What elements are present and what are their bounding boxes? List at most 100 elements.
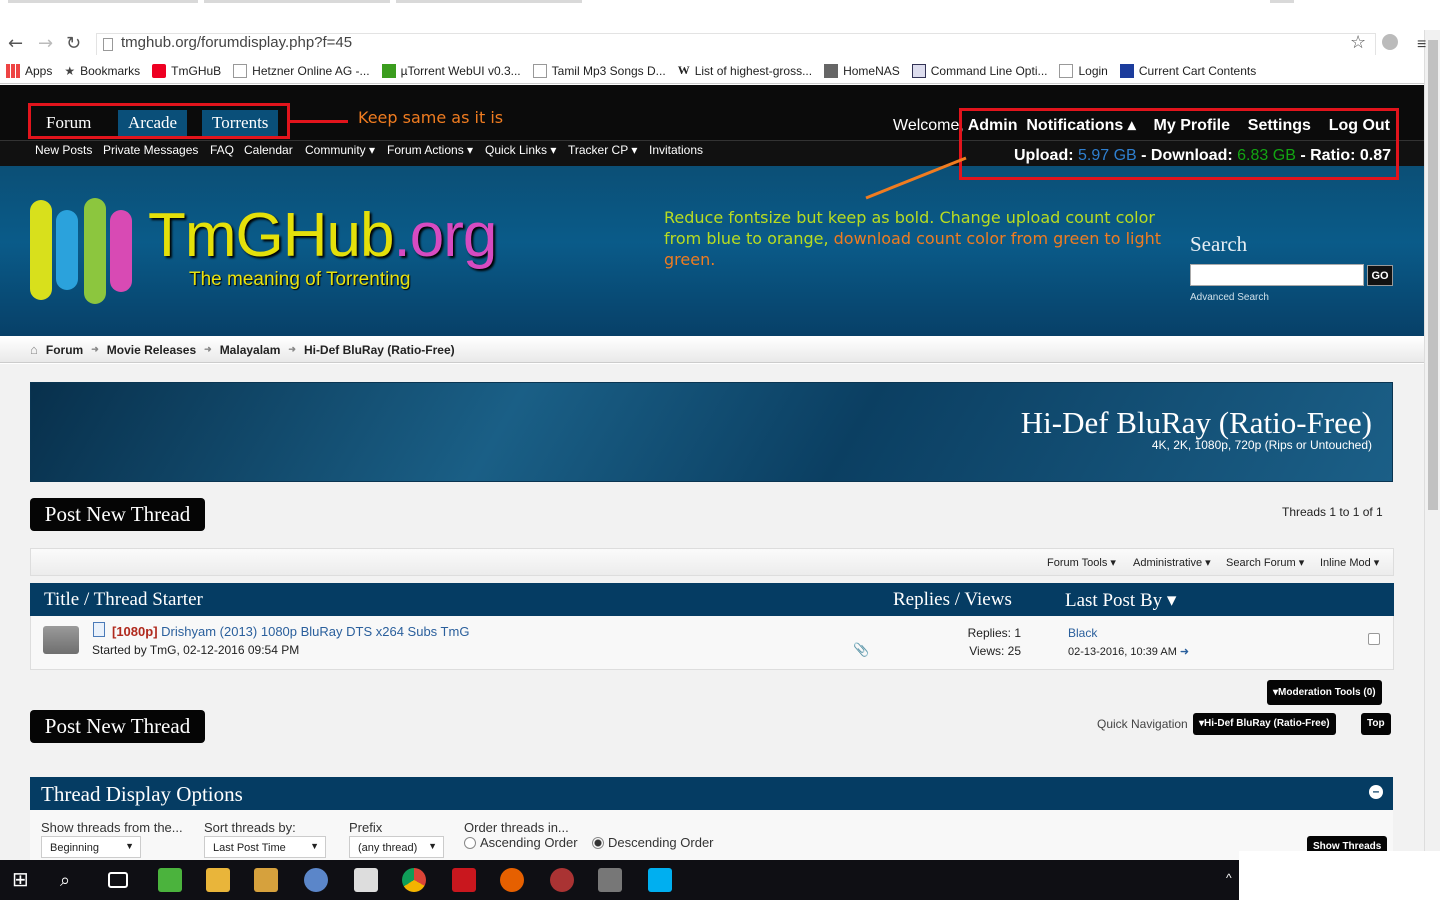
subnav-faq[interactable]: FAQ bbox=[210, 143, 234, 157]
go-to-post-icon[interactable]: ➜ bbox=[1180, 646, 1189, 658]
administrative-menu[interactable]: Administrative ▾ bbox=[1133, 556, 1211, 569]
browser-tab[interactable] bbox=[1270, 0, 1294, 3]
subnav-invitations[interactable]: Invitations bbox=[649, 143, 703, 157]
bookmark-label: Command Line Opti... bbox=[930, 63, 1048, 78]
ascending-radio[interactable]: Ascending Order bbox=[464, 835, 578, 850]
bookmark-label: Tamil Mp3 Songs D... bbox=[551, 63, 666, 78]
browser-tab[interactable] bbox=[8, 0, 198, 3]
back-icon[interactable]: ← bbox=[8, 33, 23, 54]
breadcrumb-forum[interactable]: Forum bbox=[46, 343, 83, 357]
calculator-icon[interactable] bbox=[354, 868, 378, 892]
firefox-icon[interactable] bbox=[500, 868, 524, 892]
subnav-private-messages[interactable]: Private Messages bbox=[103, 143, 198, 157]
thread-title-link[interactable]: [1080p] Drishyam (2013) 1080p BluRay DTS… bbox=[112, 624, 469, 639]
search-icon[interactable]: ⌕ bbox=[60, 868, 84, 892]
search-label: Search bbox=[1190, 232, 1248, 256]
breadcrumb-movie-releases[interactable]: Movie Releases bbox=[107, 343, 196, 357]
bookmark-utorrent[interactable]: µTorrent WebUI v0.3... bbox=[381, 63, 521, 78]
browser-tab[interactable] bbox=[396, 0, 582, 3]
logo-org: .org bbox=[393, 201, 497, 270]
quick-navigation-select[interactable]: ▾Hi-Def BluRay (Ratio-Free) bbox=[1193, 713, 1336, 735]
bookmark-wikipedia[interactable]: W List of highest-gross... bbox=[678, 63, 812, 78]
extension-icon[interactable] bbox=[1382, 34, 1398, 50]
subnav-forum-actions[interactable]: Forum Actions ▾ bbox=[387, 143, 473, 157]
bookmark-login[interactable]: Login bbox=[1059, 63, 1108, 78]
tagline: The meaning of Torrenting bbox=[189, 269, 411, 290]
subnav-calendar[interactable]: Calendar bbox=[244, 143, 293, 157]
col-last-post[interactable]: Last Post By ▾ bbox=[1065, 589, 1176, 612]
bookmark-hetzner[interactable]: Hetzner Online AG -... bbox=[233, 63, 370, 78]
media-player-icon[interactable] bbox=[254, 868, 278, 892]
search-go-button[interactable]: GO bbox=[1367, 265, 1393, 286]
file-explorer-icon[interactable] bbox=[206, 868, 230, 892]
radio-icon bbox=[464, 836, 476, 849]
annotation-box-tabs bbox=[28, 103, 290, 139]
moderation-tools-label: Moderation Tools (0) bbox=[1278, 687, 1376, 698]
breadcrumb: ⌂ Forum ➜ Movie Releases ➜ Malayalam ➜ H… bbox=[0, 337, 1424, 363]
app-m-icon[interactable] bbox=[158, 868, 182, 892]
advanced-search-link[interactable]: Advanced Search bbox=[1190, 292, 1269, 303]
browser-menu-icon[interactable]: ≡ bbox=[1417, 36, 1426, 54]
browser-app-icon[interactable] bbox=[304, 868, 328, 892]
show-from-value: Beginning bbox=[50, 842, 99, 854]
search-forum-menu[interactable]: Search Forum ▾ bbox=[1226, 556, 1304, 569]
bookmark-apps[interactable]: Apps bbox=[6, 63, 52, 78]
thread-title: Drishyam (2013) 1080p BluRay DTS x264 Su… bbox=[161, 624, 470, 639]
search-input[interactable] bbox=[1190, 264, 1364, 286]
collapse-icon[interactable]: – bbox=[1369, 785, 1383, 799]
forward-icon[interactable]: → bbox=[38, 33, 53, 54]
filezilla-icon[interactable] bbox=[452, 868, 476, 892]
forum-tools-menu[interactable]: Forum Tools ▾ bbox=[1047, 556, 1116, 569]
post-new-thread-button-bottom[interactable]: Post New Thread bbox=[30, 710, 205, 743]
col-title[interactable]: Title / Thread Starter bbox=[44, 589, 203, 611]
sort-label: Sort threads by: bbox=[204, 820, 296, 835]
windows-start-icon[interactable]: ⊞ bbox=[12, 868, 36, 892]
app-circle-icon[interactable] bbox=[550, 868, 574, 892]
cart-icon bbox=[1119, 63, 1134, 78]
paperclip-icon: 📎 bbox=[853, 642, 870, 657]
home-icon[interactable]: ⌂ bbox=[30, 342, 38, 357]
bookmarks-bar: Apps ★ Bookmarks TmGHuB Hetzner Online AG… bbox=[0, 58, 1424, 84]
post-new-thread-button[interactable]: Post New Thread bbox=[30, 498, 205, 531]
bookmark-homenas[interactable]: HomeNAS bbox=[824, 63, 900, 78]
speaker-app-icon[interactable] bbox=[598, 868, 622, 892]
bookmark-tmghub[interactable]: TmGHuB bbox=[152, 63, 221, 78]
table-row[interactable]: [1080p] Drishyam (2013) 1080p BluRay DTS… bbox=[30, 616, 1394, 670]
bookmark-bookmarks[interactable]: ★ Bookmarks bbox=[64, 64, 140, 78]
col-replies-views[interactable]: Replies / Views bbox=[893, 589, 1012, 611]
order-label: Order threads in... bbox=[464, 820, 569, 835]
task-view-icon[interactable] bbox=[108, 872, 128, 888]
bookmark-label: Login bbox=[1078, 63, 1108, 78]
scroll-thumb[interactable] bbox=[1428, 40, 1438, 510]
thread-select-checkbox[interactable] bbox=[1368, 633, 1380, 645]
top-button[interactable]: Top bbox=[1361, 713, 1391, 735]
bookmark-tamil[interactable]: Tamil Mp3 Songs D... bbox=[532, 63, 666, 78]
prefix-select[interactable]: (any thread) ▼ bbox=[349, 836, 444, 858]
breadcrumb-malayalam[interactable]: Malayalam bbox=[220, 343, 281, 357]
bookmark-cart[interactable]: Current Cart Contents bbox=[1119, 63, 1257, 78]
bookmark-command-line[interactable]: Command Line Opti... bbox=[911, 63, 1048, 78]
url-field[interactable]: tmghub.org/forumdisplay.php?f=45 bbox=[96, 33, 1376, 55]
page-scrollbar[interactable] bbox=[1424, 30, 1440, 860]
wikipedia-icon: W bbox=[677, 63, 690, 77]
last-post-user-link[interactable]: Black bbox=[1068, 626, 1097, 640]
descending-radio[interactable]: Descending Order bbox=[592, 835, 714, 850]
subnav-community[interactable]: Community ▾ bbox=[305, 143, 375, 157]
subnav-tracker-cp[interactable]: Tracker CP ▾ bbox=[568, 143, 637, 157]
sort-select[interactable]: Last Post Time ▼ bbox=[204, 836, 326, 858]
logo-text[interactable]: TmGHub.org bbox=[148, 200, 497, 271]
breadcrumb-arrow-icon: ➜ bbox=[91, 344, 99, 354]
bookmark-star-icon[interactable]: ☆ bbox=[1350, 32, 1366, 53]
browser-tab[interactable] bbox=[204, 0, 390, 3]
skype-icon[interactable] bbox=[648, 868, 672, 892]
chrome-icon[interactable] bbox=[402, 868, 426, 892]
tray-chevron-icon[interactable]: ^ bbox=[1226, 871, 1232, 885]
tmghub-icon bbox=[152, 63, 167, 78]
moderation-tools-button[interactable]: ▾Moderation Tools (0) bbox=[1267, 680, 1382, 705]
subnav-new-posts[interactable]: New Posts bbox=[35, 143, 92, 157]
show-from-select[interactable]: Beginning ▼ bbox=[41, 836, 141, 858]
reload-icon[interactable]: ↻ bbox=[66, 33, 81, 54]
subnav-quick-links[interactable]: Quick Links ▾ bbox=[485, 143, 556, 157]
bookmark-label: Current Cart Contents bbox=[1138, 63, 1257, 78]
inline-mod-menu[interactable]: Inline Mod ▾ bbox=[1320, 556, 1379, 569]
